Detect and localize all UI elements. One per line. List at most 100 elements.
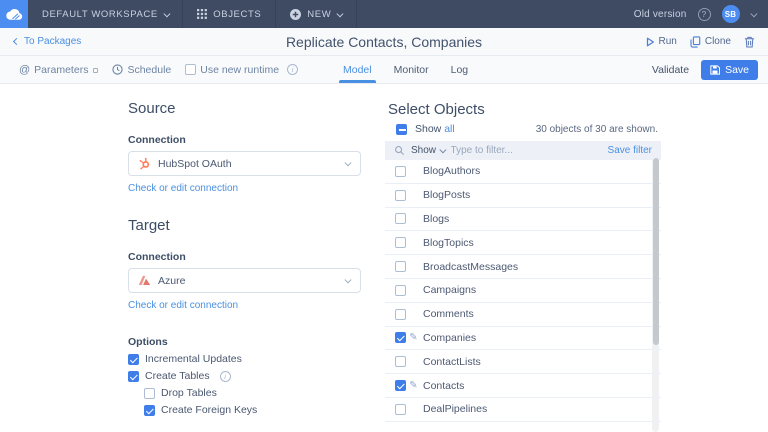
scrollbar-track[interactable] bbox=[652, 158, 659, 432]
objects-list: BlogAuthors BlogPosts BlogsBlogTopicsBroad… bbox=[385, 160, 661, 422]
chevron-down-icon bbox=[164, 10, 170, 16]
object-checkbox[interactable] bbox=[395, 285, 406, 296]
trash-icon bbox=[744, 36, 755, 48]
target-connection-select[interactable]: Azure bbox=[128, 268, 361, 293]
object-row[interactable]: BlogAuthors bbox=[385, 160, 661, 184]
object-checkbox[interactable] bbox=[395, 356, 406, 367]
object-checkbox[interactable] bbox=[395, 332, 406, 343]
object-row[interactable]: BroadcastMessages bbox=[385, 255, 661, 279]
app-logo[interactable] bbox=[0, 0, 28, 28]
use-new-runtime-checkbox[interactable] bbox=[185, 64, 196, 75]
tab-log[interactable]: Log bbox=[451, 56, 469, 83]
validate-button[interactable]: Validate bbox=[652, 64, 689, 76]
clone-button[interactable]: Clone bbox=[690, 36, 731, 48]
tab-model[interactable]: Model bbox=[343, 56, 372, 83]
run-label: Run bbox=[659, 36, 677, 47]
option-drop-tables[interactable]: Drop Tables bbox=[144, 387, 361, 399]
workspace-selector[interactable]: DEFAULT WORKSPACE bbox=[28, 0, 183, 28]
back-label: To Packages bbox=[24, 36, 81, 47]
object-row[interactable]: Comments bbox=[385, 303, 661, 327]
old-version-link[interactable]: Old version bbox=[634, 9, 687, 20]
object-checkbox[interactable] bbox=[395, 380, 406, 391]
edit-task-icon[interactable]: ✎ bbox=[409, 381, 418, 391]
target-edit-connection-link[interactable]: Check or edit connection bbox=[128, 300, 361, 311]
object-name: Contacts bbox=[423, 380, 464, 392]
object-checkbox[interactable] bbox=[395, 190, 406, 201]
options-heading: Options bbox=[128, 336, 361, 348]
tab-monitor[interactable]: Monitor bbox=[394, 56, 429, 83]
show-all-row: Show all 30 objects of 30 are shown. bbox=[385, 123, 661, 135]
run-icon bbox=[645, 37, 655, 47]
object-checkbox[interactable] bbox=[395, 237, 406, 248]
grid-icon bbox=[197, 9, 207, 19]
target-connection-label: Connection bbox=[128, 251, 361, 263]
parameters-button[interactable]: @ Parameters bbox=[19, 64, 98, 76]
clone-icon bbox=[690, 36, 701, 48]
option-checkbox[interactable] bbox=[128, 371, 139, 382]
schedule-label: Schedule bbox=[127, 64, 171, 76]
help-icon[interactable]: ? bbox=[698, 8, 711, 21]
show-word: Show bbox=[415, 123, 441, 135]
object-checkbox[interactable] bbox=[395, 213, 406, 224]
source-heading: Source bbox=[128, 100, 361, 117]
object-name: BlogPosts bbox=[423, 189, 470, 201]
option-checkbox[interactable] bbox=[144, 405, 155, 416]
option-create-foreign-keys[interactable]: Create Foreign Keys bbox=[144, 404, 361, 416]
options-list: Incremental Updates Create Tablesi Drop Ta… bbox=[128, 353, 361, 416]
object-checkbox[interactable] bbox=[395, 261, 406, 272]
edit-task-icon[interactable]: ✎ bbox=[409, 333, 418, 343]
object-row[interactable]: DealPipelines bbox=[385, 398, 661, 422]
object-checkbox[interactable] bbox=[395, 309, 406, 320]
save-filter-link[interactable]: Save filter bbox=[608, 145, 652, 156]
run-button[interactable]: Run bbox=[645, 36, 677, 47]
chevron-down-icon bbox=[344, 160, 350, 166]
use-new-runtime-option[interactable]: Use new runtime i bbox=[185, 64, 298, 76]
option-label: Incremental Updates bbox=[145, 353, 242, 365]
select-objects-panel: Select Objects Show all 30 objects of 30… bbox=[385, 84, 661, 432]
select-all-checkbox[interactable] bbox=[396, 124, 407, 135]
filter-show-dropdown[interactable]: Show bbox=[411, 145, 445, 156]
save-label: Save bbox=[725, 64, 749, 76]
use-new-runtime-label: Use new runtime bbox=[200, 64, 279, 76]
new-menu-button[interactable]: NEW bbox=[276, 0, 356, 28]
object-row[interactable]: ContactLists bbox=[385, 350, 661, 374]
clone-label: Clone bbox=[705, 36, 731, 47]
filter-bar: Show Save filter bbox=[385, 141, 661, 160]
scrollbar-thumb[interactable] bbox=[653, 158, 659, 345]
delete-button[interactable] bbox=[744, 36, 755, 48]
user-avatar[interactable]: SB bbox=[722, 5, 740, 23]
parameters-label: Parameters bbox=[34, 64, 88, 76]
objects-menu-button[interactable]: OBJECTS bbox=[183, 0, 276, 28]
chevron-down-icon bbox=[344, 277, 350, 283]
option-create-tables[interactable]: Create Tablesi bbox=[128, 370, 361, 382]
schedule-button[interactable]: Schedule bbox=[112, 64, 171, 76]
option-incremental-updates[interactable]: Incremental Updates bbox=[128, 353, 361, 365]
object-name: BlogAuthors bbox=[423, 165, 480, 177]
object-row[interactable]: BlogTopics bbox=[385, 231, 661, 255]
filter-show-label: Show bbox=[411, 145, 436, 156]
object-row[interactable]: BlogPosts bbox=[385, 184, 661, 208]
show-all-link[interactable]: all bbox=[444, 123, 455, 135]
show-all-label: Show all bbox=[415, 123, 455, 135]
workspace-label: DEFAULT WORKSPACE bbox=[42, 9, 158, 20]
info-icon[interactable]: i bbox=[287, 64, 298, 75]
save-button[interactable]: Save bbox=[701, 60, 758, 80]
back-to-packages-link[interactable]: To Packages bbox=[0, 36, 81, 47]
object-row[interactable]: ✎Companies bbox=[385, 327, 661, 351]
option-checkbox[interactable] bbox=[144, 388, 155, 399]
object-checkbox[interactable] bbox=[395, 166, 406, 177]
chevron-down-icon[interactable] bbox=[750, 10, 756, 16]
parameters-badge bbox=[93, 68, 98, 73]
info-icon[interactable]: i bbox=[220, 371, 231, 382]
source-connection-select[interactable]: HubSpot OAuth bbox=[128, 151, 361, 176]
object-row[interactable]: Campaigns bbox=[385, 279, 661, 303]
chevron-left-icon bbox=[13, 38, 20, 45]
option-label: Create Foreign Keys bbox=[161, 404, 257, 416]
object-row[interactable]: ✎ Contacts bbox=[385, 374, 661, 398]
source-edit-connection-link[interactable]: Check or edit connection bbox=[128, 183, 361, 194]
search-icon bbox=[394, 145, 405, 156]
option-checkbox[interactable] bbox=[128, 354, 139, 365]
object-row[interactable]: Blogs bbox=[385, 208, 661, 232]
filter-input[interactable] bbox=[451, 145, 602, 156]
object-checkbox[interactable] bbox=[395, 404, 406, 415]
